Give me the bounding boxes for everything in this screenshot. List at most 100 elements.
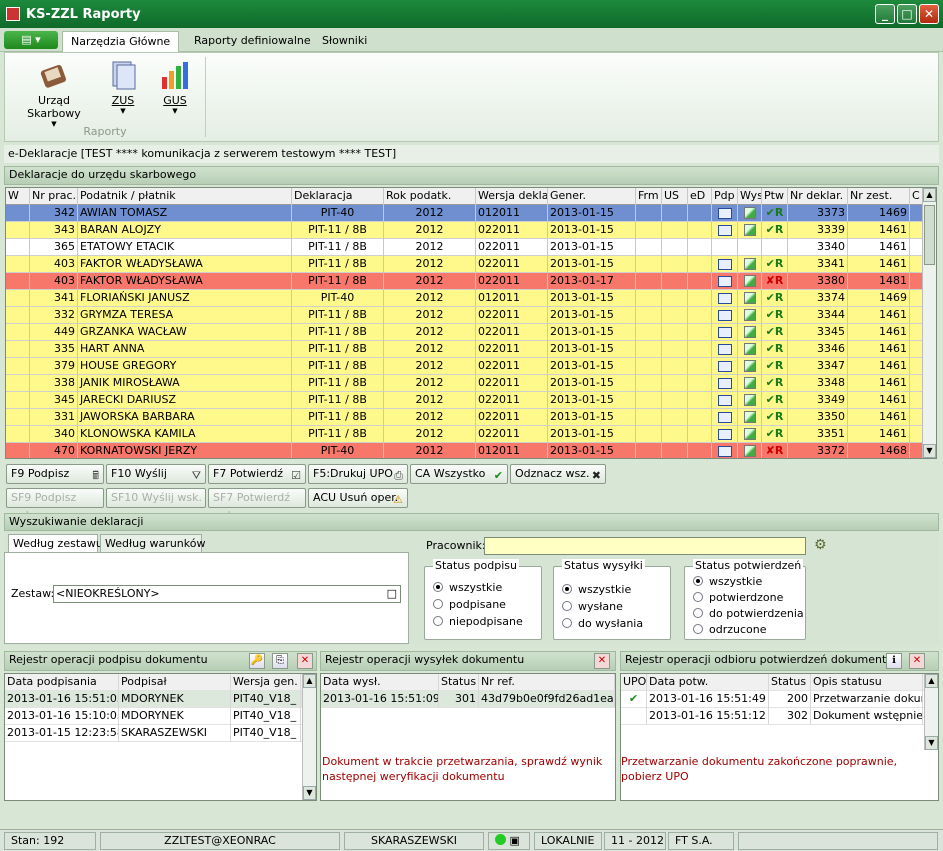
urzad-skarbowy-button[interactable]: Urząd Skarbowy ▼: [13, 59, 95, 128]
radio-podpis-niepodpisane[interactable]: niepodpisane: [433, 615, 523, 628]
column-header-9[interactable]: eD: [688, 188, 712, 205]
action-confirm-button[interactable]: F7 Potwierdź ☑: [208, 464, 306, 484]
table-row[interactable]: 2013-01-15 12:23:58 SKARASZEWSKI PIT40_V18…: [5, 725, 316, 742]
copy-icon[interactable]: ⎘: [272, 653, 288, 669]
column-header-1[interactable]: Nr prac.: [30, 188, 78, 205]
radio-potw-odrzucone[interactable]: odrzucone: [693, 623, 767, 636]
minimize-button[interactable]: _: [875, 4, 895, 24]
grid-row[interactable]: 449 GRZANKA WACŁAW PIT-11 / 8B 2012 022011 20…: [6, 324, 924, 341]
grid-row[interactable]: 379 HOUSE GREGORY PIT-11 / 8B 2012 022011 201…: [6, 358, 924, 375]
column-header-13[interactable]: Nr deklar.: [788, 188, 848, 205]
radio-potw-wszystkie[interactable]: wszystkie: [693, 575, 762, 588]
table-row[interactable]: 2013-01-16 15:10:05 MDORYNEK PIT40_V18_: [5, 708, 316, 725]
column-header-5[interactable]: Wersja deklar.: [476, 188, 548, 205]
table-row[interactable]: 2013-01-16 15:51:03 MDORYNEK PIT40_V18_: [5, 691, 316, 708]
app-menu-button[interactable]: ▤ ▾: [4, 31, 58, 49]
column-header[interactable]: Wersja gen.: [231, 674, 301, 691]
delete-icon[interactable]: ✕: [297, 653, 313, 669]
grid-row[interactable]: 331 JAWORSKA BARBARA PIT-11 / 8B 2012 022011…: [6, 409, 924, 426]
grid-vertical-scrollbar[interactable]: ▲ ▼: [922, 188, 936, 458]
radio-wysylka-wszystkie[interactable]: wszystkie: [562, 583, 631, 596]
scroll-thumb[interactable]: [924, 205, 935, 265]
grid-row[interactable]: 341 FLORIAŃSKI JANUSZ PIT-40 2012 012011 2013…: [6, 290, 924, 307]
scroll-up-icon[interactable]: ▲: [923, 188, 936, 202]
column-header[interactable]: UPO: [621, 674, 647, 691]
gus-button[interactable]: GUS ▼: [155, 59, 195, 115]
column-header[interactable]: Status: [439, 674, 479, 691]
column-header-14[interactable]: Nr zest.: [848, 188, 910, 205]
reg-odbioru-table[interactable]: UPO Data potw. Status Opis statusu ✔ 2013-01-…: [620, 673, 939, 801]
grid-row[interactable]: 332 GRYMZA TERESA PIT-11 / 8B 2012 022011 201…: [6, 307, 924, 324]
column-header-3[interactable]: Deklaracja: [292, 188, 384, 205]
scroll-up-icon[interactable]: ▲: [925, 674, 938, 688]
action-print-button[interactable]: F5:Drukuj UPO ⎙: [308, 464, 408, 484]
action-x-button[interactable]: Odznacz wsz. ✖: [510, 464, 606, 484]
action-row2-button-1[interactable]: SF10 Wyślij wsk.: [106, 488, 206, 508]
column-header[interactable]: Data potw.: [647, 674, 769, 691]
table-row[interactable]: 2013-01-16 15:51:12 302 Dokument wstępnie …: [621, 708, 938, 725]
radio-wysylka-do-wyslania[interactable]: do wysłania: [562, 617, 643, 630]
reg-odbioru-scrollbar[interactable]: ▲ ▼: [924, 674, 938, 750]
column-header-12[interactable]: Ptw: [762, 188, 788, 205]
sign-key-icon[interactable]: 🔑: [249, 653, 265, 669]
declarations-grid[interactable]: W Nr prac. Podatnik / płatnik Deklaracja Rok…: [5, 187, 937, 459]
scroll-down-icon[interactable]: ▼: [923, 444, 936, 458]
column-header[interactable]: Data wysł.: [321, 674, 439, 691]
grid-row[interactable]: 365 ETATOWY ETACIK PIT-11 / 8B 2012 022011 20…: [6, 239, 924, 256]
action-row2-button-0[interactable]: SF9 Podpisz wsk.: [6, 488, 104, 522]
table-row[interactable]: 2013-01-16 15:51:09 301 43d79b0e0f9fd26ad1…: [321, 691, 615, 708]
grid-row[interactable]: 345 JARECKI DARIUSZ PIT-11 / 8B 2012 022011 2…: [6, 392, 924, 409]
column-header[interactable]: Data podpisania: [5, 674, 119, 691]
close-button[interactable]: ✕: [919, 4, 939, 24]
maximize-button[interactable]: □: [897, 4, 917, 24]
radio-podpis-wszystkie[interactable]: wszystkie: [433, 581, 502, 594]
scroll-down-icon[interactable]: ▼: [303, 786, 316, 800]
tab-wedlug-zestawu[interactable]: Według zestawu: [8, 534, 103, 553]
reg-wysylek-table[interactable]: Data wysł. Status Nr ref. 2013-01-16 15:51:…: [320, 673, 616, 801]
grid-row[interactable]: 338 JANIK MIROSŁAWA PIT-11 / 8B 2012 022011 2…: [6, 375, 924, 392]
tab-narzedzia-glowne[interactable]: Narzędzia Główne: [62, 31, 180, 52]
tab-wedlug-warunkow[interactable]: Według warunków: [100, 534, 205, 553]
column-header[interactable]: Nr ref.: [479, 674, 615, 691]
delete-icon[interactable]: ✕: [594, 653, 610, 669]
action-check-button[interactable]: CA Wszystko ✔: [410, 464, 508, 484]
action-row2-button-3[interactable]: ACU Usuń oper. ⚠: [308, 488, 408, 508]
column-header[interactable]: Status: [769, 674, 811, 691]
scroll-up-icon[interactable]: ▲: [303, 674, 316, 688]
radio-potw-potwierdzone[interactable]: potwierdzone: [693, 591, 783, 604]
grid-row[interactable]: 340 KLONOWSKA KAMILA PIT-11 / 8B 2012 022011…: [6, 426, 924, 443]
scroll-down-icon[interactable]: ▼: [925, 736, 938, 750]
action-send-button[interactable]: F10 Wyślij ⛛: [106, 464, 206, 484]
grid-row[interactable]: 342 AWIAN TOMASZ PIT-40 2012 012011 2013-01-1…: [6, 205, 924, 222]
column-header-6[interactable]: Gener.: [548, 188, 636, 205]
column-header-8[interactable]: US: [662, 188, 688, 205]
column-header-10[interactable]: Pdp: [712, 188, 738, 205]
tab-raporty-definiowalne[interactable]: Raporty definiowalne: [186, 31, 319, 52]
action-sign-button[interactable]: F9 Podpisz 🖩: [6, 464, 104, 484]
grid-row[interactable]: 470 KORNATOWSKI JERZY PIT-40 2012 012011 2013…: [6, 443, 924, 458]
column-header[interactable]: Opis statusu: [811, 674, 923, 691]
tab-slowniki[interactable]: Słowniki: [314, 31, 375, 52]
radio-potw-do-potwierdzenia[interactable]: do potwierdzenia: [693, 607, 804, 620]
table-row[interactable]: ✔ 2013-01-16 15:51:49 200 Przetwarzanie dok…: [621, 691, 938, 708]
column-header-7[interactable]: Frm: [636, 188, 662, 205]
column-header-0[interactable]: W: [6, 188, 30, 205]
lookup-icon[interactable]: □: [387, 586, 397, 602]
zestaw-field[interactable]: <NIEOKREŚLONY> □: [53, 585, 401, 603]
zus-button[interactable]: ZUS ▼: [105, 59, 141, 115]
radio-wysylka-wyslane[interactable]: wysłane: [562, 600, 623, 613]
reg-podpisu-scrollbar[interactable]: ▲ ▼: [302, 674, 316, 800]
column-header-2[interactable]: Podatnik / płatnik: [78, 188, 292, 205]
pracownik-field[interactable]: [484, 537, 806, 555]
column-header-11[interactable]: Wys: [738, 188, 762, 205]
radio-podpis-podpisane[interactable]: podpisane: [433, 598, 506, 611]
info-icon[interactable]: ℹ: [886, 653, 902, 669]
reg-podpisu-table[interactable]: Data podpisania Podpisał Wersja gen. 2013-0…: [4, 673, 317, 801]
column-header[interactable]: Podpisał: [119, 674, 231, 691]
settings-gear-icon[interactable]: ⚙: [814, 537, 827, 553]
delete-icon[interactable]: ✕: [909, 653, 925, 669]
grid-row[interactable]: 403 FAKTOR WŁADYSŁAWA PIT-11 / 8B 2012 02201…: [6, 273, 924, 290]
column-header-4[interactable]: Rok podatk.: [384, 188, 476, 205]
grid-row[interactable]: 343 BARAN ALOJZY PIT-11 / 8B 2012 022011 2013…: [6, 222, 924, 239]
grid-row[interactable]: 335 HART ANNA PIT-11 / 8B 2012 022011 2013-01…: [6, 341, 924, 358]
